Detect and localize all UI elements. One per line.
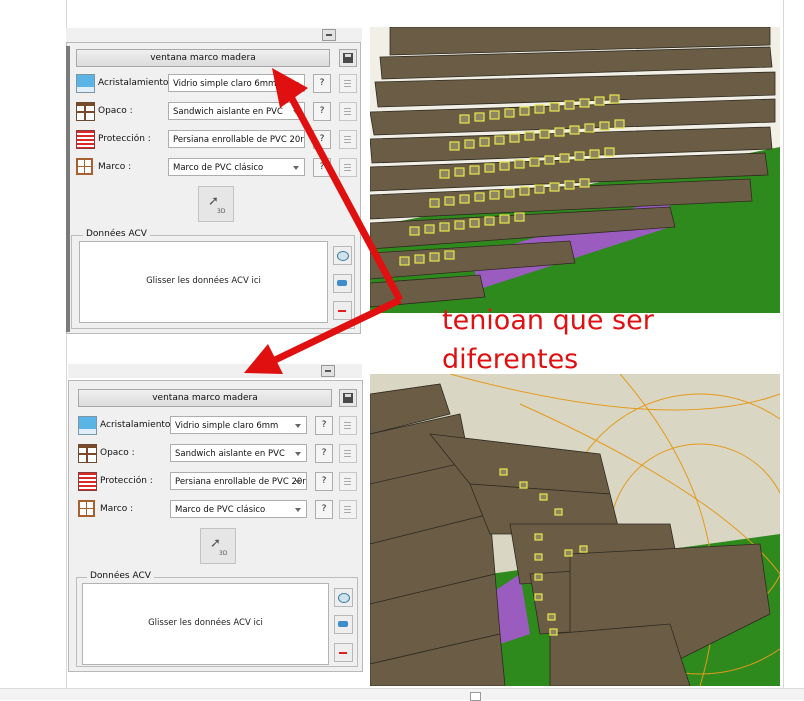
annotation-text-line2: diferentes <box>442 344 579 375</box>
red-arrow-down <box>244 296 402 374</box>
status-bar-box[interactable] <box>470 692 481 701</box>
annotation-arrows <box>244 68 404 374</box>
annotation-text-line1: tenioan que ser <box>442 305 654 336</box>
red-arrow-up <box>272 68 404 302</box>
status-bar <box>0 688 804 700</box>
